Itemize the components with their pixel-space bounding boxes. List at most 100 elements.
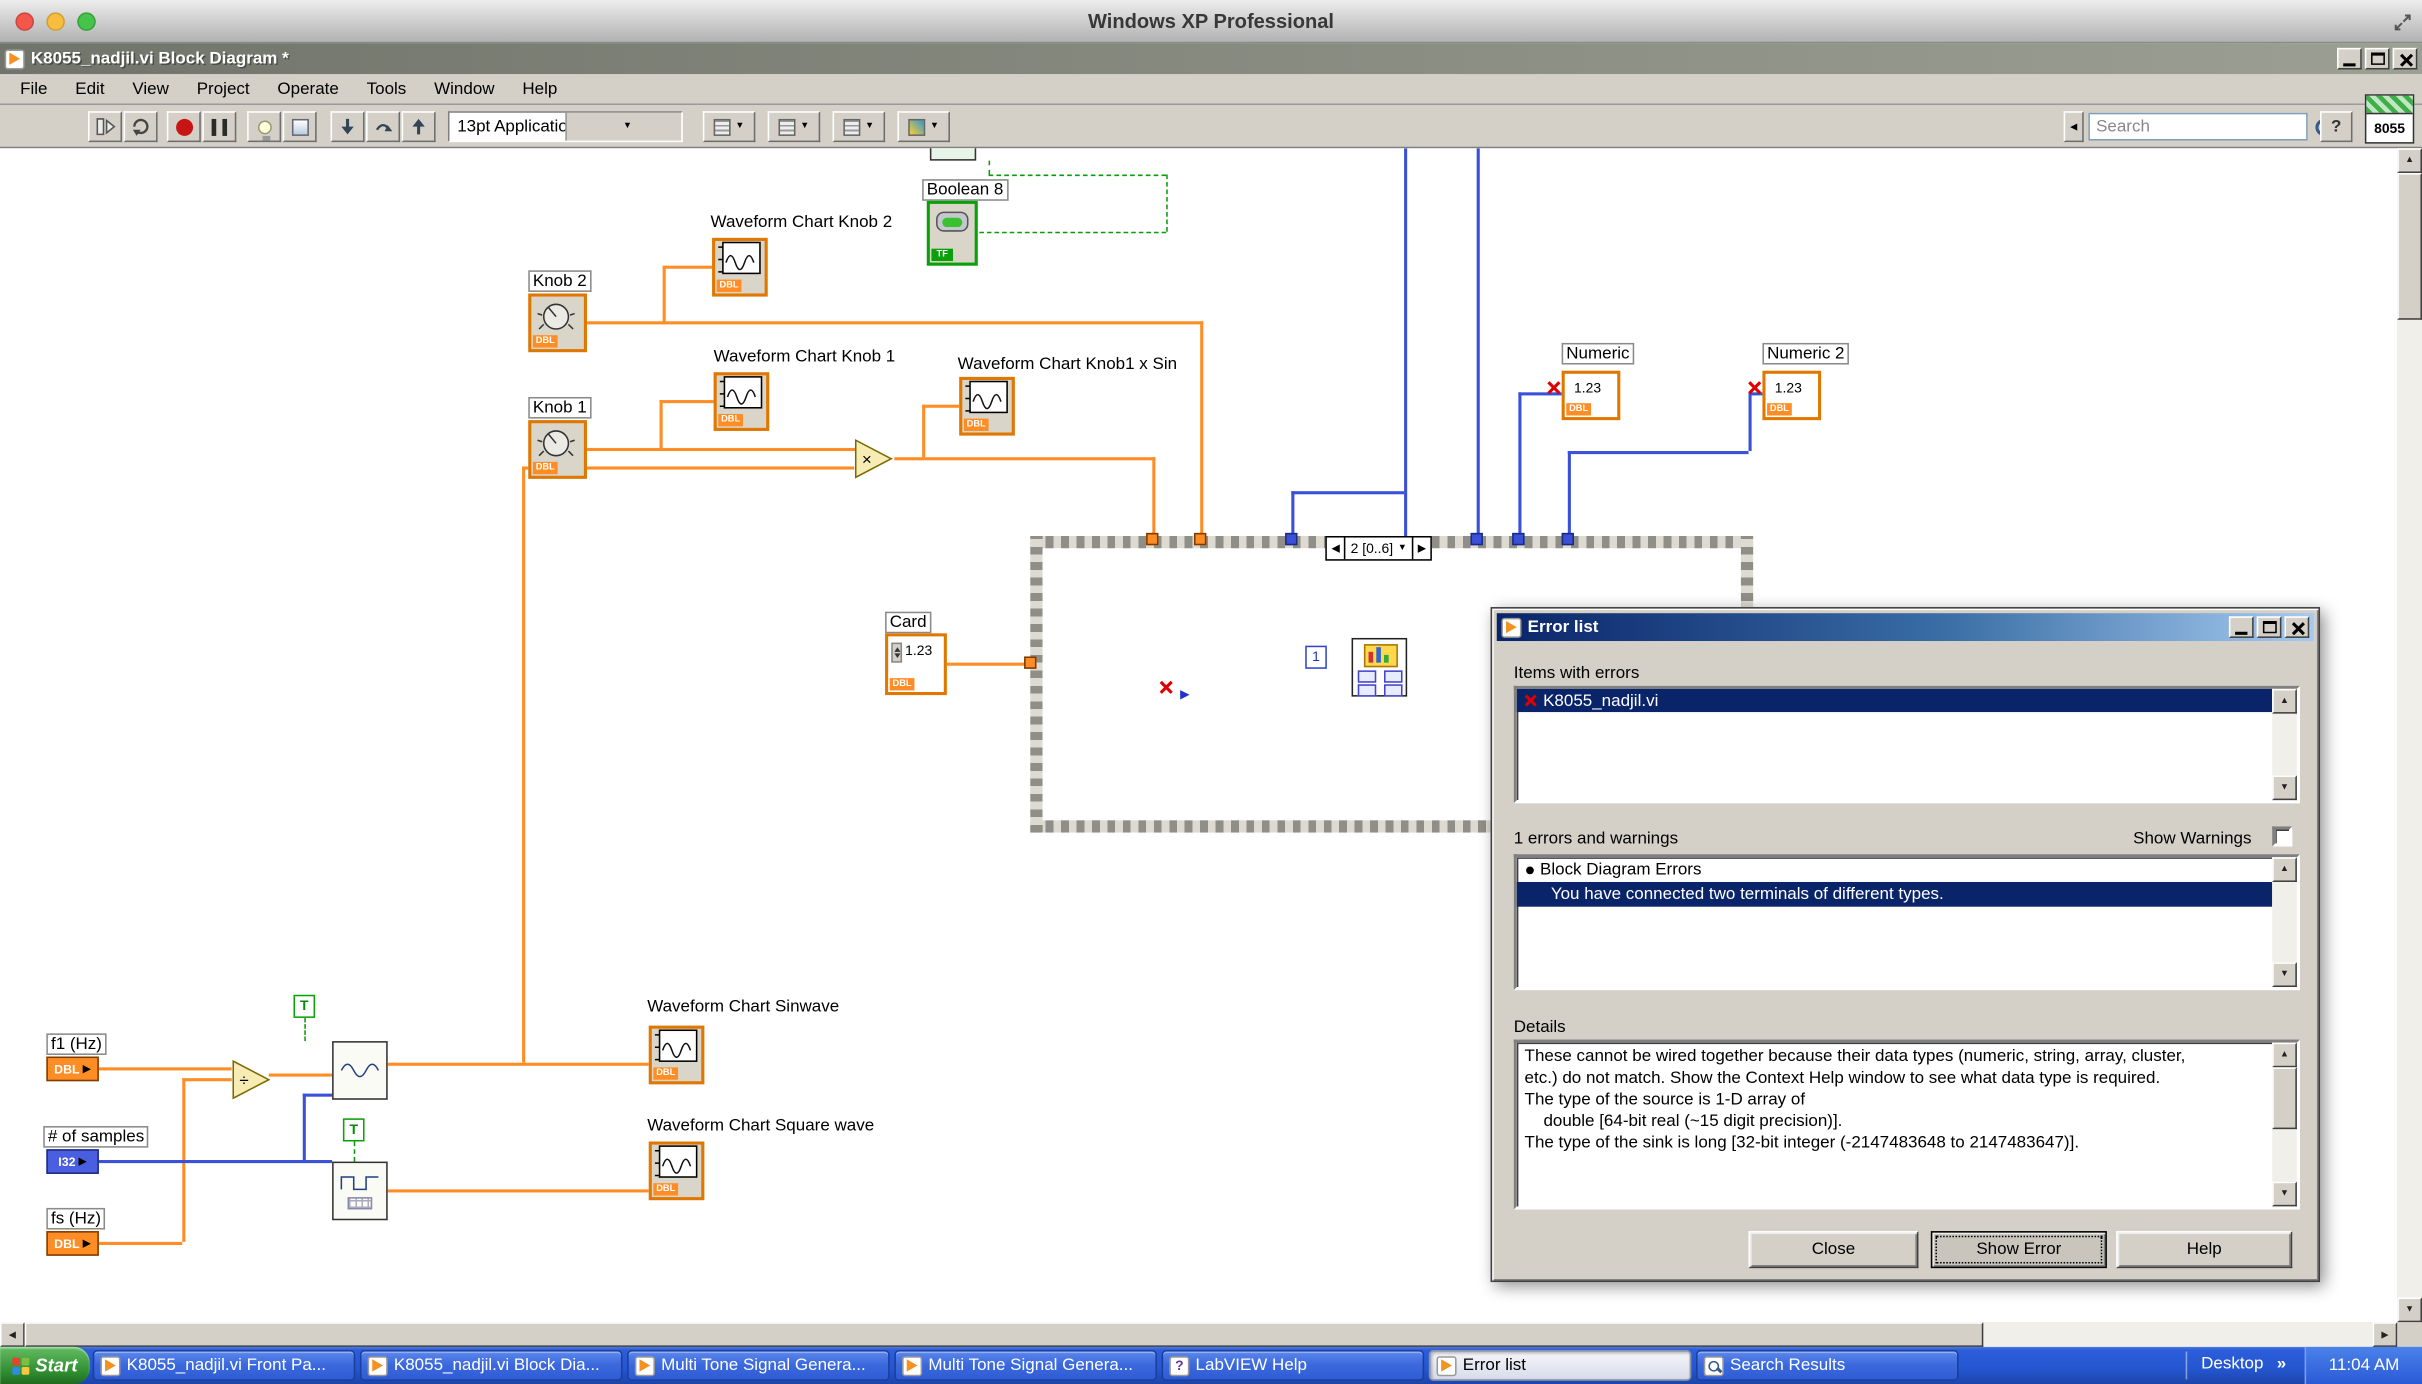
- distribute-objects-dropdown[interactable]: ▼: [767, 111, 821, 143]
- menu-file[interactable]: File: [6, 76, 61, 101]
- scroll-right-button[interactable]: ▶: [2372, 1322, 2398, 1347]
- sequence-tunnel-dbl-2[interactable]: [1194, 532, 1207, 546]
- scroll-up-button[interactable]: ▲: [2272, 1042, 2297, 1068]
- horizontal-scrollbar[interactable]: ◀ ▶: [0, 1322, 2398, 1347]
- error-message-row[interactable]: You have connected two terminals of diff…: [1516, 881, 2273, 907]
- menu-operate[interactable]: Operate: [264, 76, 353, 101]
- items-with-errors-list[interactable]: K8055_nadjil.vi ▲ ▼: [1513, 685, 2300, 804]
- card-terminal[interactable]: 1.23 DBL: [885, 633, 947, 696]
- square-generator-node[interactable]: [332, 1161, 388, 1221]
- dialog-maximize-button[interactable]: [2256, 616, 2282, 638]
- list-scrollbar[interactable]: ▲ ▼: [2272, 688, 2297, 801]
- fs-terminal[interactable]: DBL ▶: [46, 1231, 99, 1256]
- close-button[interactable]: Close: [1748, 1231, 1919, 1269]
- show-warnings-checkbox[interactable]: [2272, 826, 2293, 847]
- pause-button[interactable]: [202, 111, 237, 143]
- host-zoom-button[interactable]: [77, 11, 96, 31]
- numeric2-terminal[interactable]: 1.23 DBL: [1762, 370, 1822, 421]
- list-scrollbar[interactable]: ▲ ▼: [2272, 857, 2297, 988]
- run-continuous-button[interactable]: [123, 111, 158, 143]
- taskbar-clock[interactable]: 11:04 AM: [2306, 1347, 2422, 1384]
- broken-wire-x-icon[interactable]: [1546, 380, 1561, 395]
- error-tree-list[interactable]: Block Diagram Errors You have connected …: [1513, 854, 2300, 991]
- wf-chart-knob1-terminal[interactable]: DBL: [713, 372, 770, 431]
- horizontal-scroll-thumb[interactable]: [24, 1322, 1984, 1347]
- broken-wire-x-icon[interactable]: [1158, 680, 1173, 695]
- highlight-execution-button[interactable]: [247, 111, 282, 143]
- minimize-button[interactable]: [2337, 47, 2362, 70]
- sequence-tunnel-card[interactable]: [1024, 656, 1037, 669]
- taskbar-item-error-list[interactable]: Error list: [1428, 1350, 1692, 1381]
- build-chart-node[interactable]: [1351, 637, 1408, 697]
- wf-chart-knob2-terminal[interactable]: DBL: [712, 237, 768, 297]
- taskbar-item-labview-help[interactable]: ? LabVIEW Help: [1161, 1350, 1425, 1381]
- taskbar-item-multitone-2[interactable]: Multi Tone Signal Genera...: [894, 1350, 1157, 1381]
- sequence-tunnel-i32-4[interactable]: [1561, 532, 1574, 546]
- sequence-frame-label[interactable]: 2 [0..6] ▼: [1344, 537, 1414, 560]
- scroll-down-button[interactable]: ▼: [2272, 775, 2297, 801]
- vi-icon-badge[interactable]: 8055: [2364, 94, 2415, 144]
- host-minimize-button[interactable]: [46, 11, 65, 31]
- search-input[interactable]: [2089, 117, 2316, 136]
- reorder-objects-dropdown[interactable]: ▼: [897, 111, 950, 143]
- align-objects-dropdown[interactable]: ▼: [702, 111, 756, 143]
- restore-button[interactable]: [2364, 47, 2390, 70]
- sequence-tunnel-i32-1[interactable]: [1285, 532, 1298, 546]
- wf-chart-square-terminal[interactable]: DBL: [648, 1141, 705, 1201]
- step-into-button[interactable]: [330, 111, 365, 143]
- dialog-close-button[interactable]: [2284, 616, 2310, 638]
- chevron-down-icon[interactable]: ▼: [564, 112, 682, 141]
- knob1-terminal[interactable]: DBL: [528, 420, 587, 479]
- scroll-up-button[interactable]: ▲: [2272, 688, 2297, 714]
- true-constant-1[interactable]: T: [293, 994, 316, 1018]
- resize-objects-dropdown[interactable]: ▼: [832, 111, 886, 143]
- taskbar-item-front-panel[interactable]: K8055_nadjil.vi Front Pa...: [92, 1350, 356, 1381]
- labview-titlebar[interactable]: K8055_nadjil.vi Block Diagram *: [0, 43, 2422, 75]
- scroll-down-button[interactable]: ▼: [2272, 962, 2297, 988]
- numeric-constant-1[interactable]: 1: [1305, 645, 1327, 669]
- sequence-next-button[interactable]: ▶: [1413, 538, 1431, 560]
- host-close-button[interactable]: [15, 11, 34, 31]
- close-button[interactable]: [2392, 47, 2418, 70]
- num-samples-terminal[interactable]: I32 ▶: [46, 1149, 99, 1174]
- details-scrollbar[interactable]: ▲ ▼: [2272, 1042, 2297, 1207]
- show-error-button[interactable]: Show Error: [1930, 1231, 2107, 1269]
- details-scroll-thumb[interactable]: [2272, 1067, 2297, 1130]
- knob2-terminal[interactable]: DBL: [528, 293, 587, 353]
- desktop-toolbar-label[interactable]: Desktop: [2201, 1355, 2263, 1374]
- chevron-double-right-icon[interactable]: »: [2277, 1355, 2286, 1374]
- wf-chart-knob1sin-terminal[interactable]: DBL: [959, 376, 1015, 436]
- menu-edit[interactable]: Edit: [61, 76, 118, 101]
- sequence-tunnel-i32-2[interactable]: [1470, 532, 1483, 546]
- sine-generator-node[interactable]: [332, 1041, 388, 1100]
- sequence-tunnel-dbl-1[interactable]: [1146, 532, 1159, 546]
- run-button[interactable]: [88, 111, 123, 143]
- abort-button[interactable]: [166, 111, 201, 143]
- vertical-scrollbar[interactable]: ▲ ▼: [2397, 148, 2422, 1323]
- step-over-button[interactable]: [366, 111, 401, 143]
- menu-window[interactable]: Window: [420, 76, 508, 101]
- taskbar-item-block-diagram[interactable]: K8055_nadjil.vi Block Dia...: [359, 1350, 623, 1381]
- scroll-down-button[interactable]: ▼: [2397, 1297, 2422, 1323]
- help-button[interactable]: Help: [2116, 1231, 2293, 1269]
- error-vi-row[interactable]: K8055_nadjil.vi: [1516, 688, 2273, 713]
- menu-tools[interactable]: Tools: [353, 76, 420, 101]
- sequence-tunnel-i32-3[interactable]: [1512, 532, 1525, 546]
- wf-chart-sin-terminal[interactable]: DBL: [648, 1025, 705, 1085]
- numeric-terminal[interactable]: 1.23 DBL: [1561, 370, 1621, 421]
- start-button[interactable]: Start: [0, 1346, 90, 1384]
- scroll-left-button[interactable]: ◀: [0, 1322, 25, 1347]
- retain-wire-values-button[interactable]: [282, 111, 317, 143]
- scroll-up-button[interactable]: ▲: [2272, 857, 2297, 882]
- vertical-scroll-thumb[interactable]: [2397, 172, 2422, 320]
- clipped-top-node[interactable]: [929, 148, 977, 161]
- menu-view[interactable]: View: [118, 76, 182, 101]
- scroll-down-button[interactable]: ▼: [2272, 1181, 2297, 1207]
- error-group-row[interactable]: Block Diagram Errors: [1517, 857, 2272, 882]
- broken-wire-x-icon[interactable]: [1747, 380, 1762, 395]
- dialog-minimize-button[interactable]: [2228, 616, 2254, 638]
- taskbar-item-multitone-1[interactable]: Multi Tone Signal Genera...: [627, 1350, 890, 1381]
- step-out-button[interactable]: [401, 111, 436, 143]
- true-constant-2[interactable]: T: [342, 1118, 365, 1142]
- collapse-search-button[interactable]: ◀: [2063, 111, 2084, 143]
